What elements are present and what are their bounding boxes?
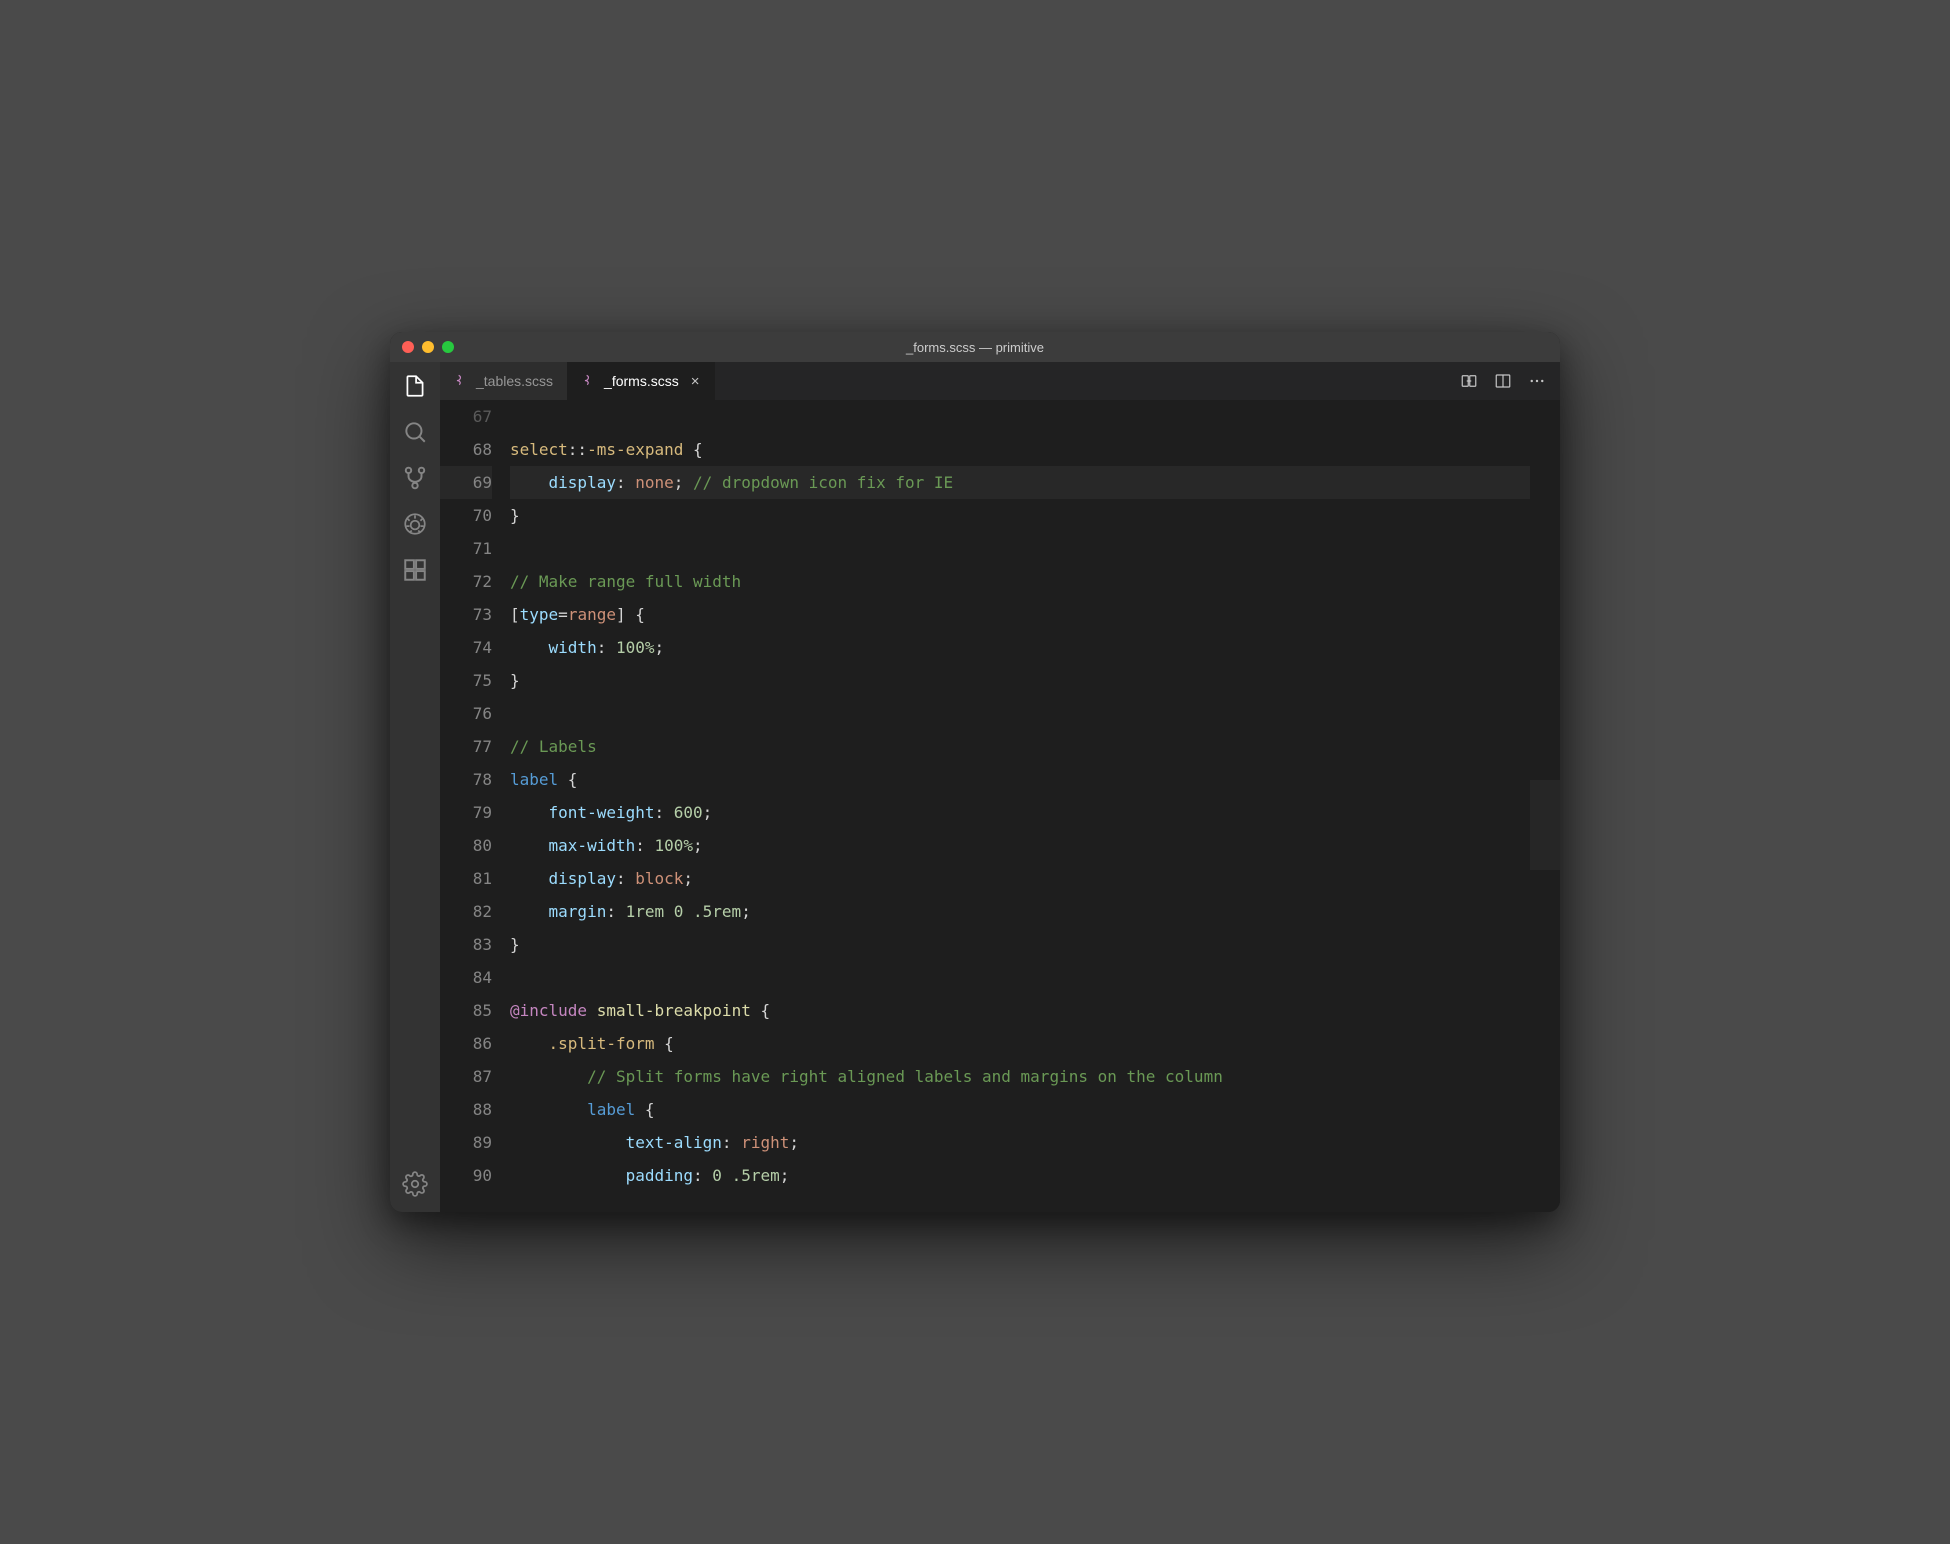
code-line[interactable]: [510, 961, 1530, 994]
tab-forms[interactable]: _forms.scss ×: [568, 362, 714, 400]
titlebar[interactable]: _forms.scss — primitive: [390, 332, 1560, 362]
source-control-icon[interactable]: [401, 464, 429, 492]
extensions-icon[interactable]: [401, 556, 429, 584]
code-line[interactable]: .split-form {: [510, 1027, 1530, 1060]
code-line[interactable]: // Make range full width: [510, 565, 1530, 598]
code-line[interactable]: padding: 0 .5rem;: [510, 1159, 1530, 1192]
line-number: 79: [440, 796, 492, 829]
more-actions-icon[interactable]: [1528, 372, 1546, 390]
code-line[interactable]: margin: 1rem 0 .5rem;: [510, 895, 1530, 928]
line-number: 73: [440, 598, 492, 631]
code-line[interactable]: [type=range] {: [510, 598, 1530, 631]
code-line[interactable]: }: [510, 928, 1530, 961]
code-line[interactable]: [510, 400, 1530, 433]
line-number: 70: [440, 499, 492, 532]
code-content[interactable]: select::-ms-expand { display: none; // d…: [510, 400, 1530, 1212]
line-number: 88: [440, 1093, 492, 1126]
line-number: 84: [440, 961, 492, 994]
code-line[interactable]: max-width: 100%;: [510, 829, 1530, 862]
line-number: 71: [440, 532, 492, 565]
explorer-icon[interactable]: [401, 372, 429, 400]
code-line[interactable]: // Labels: [510, 730, 1530, 763]
code-line[interactable]: }: [510, 499, 1530, 532]
scss-file-icon: [454, 373, 468, 390]
compare-changes-icon[interactable]: [1460, 372, 1478, 390]
vscode-window: _forms.scss — primitive: [390, 332, 1560, 1212]
line-number: 81: [440, 862, 492, 895]
line-number: 74: [440, 631, 492, 664]
line-number: 83: [440, 928, 492, 961]
activity-bar: [390, 362, 440, 1212]
code-line[interactable]: width: 100%;: [510, 631, 1530, 664]
minimap[interactable]: [1530, 400, 1560, 1212]
line-number: 68: [440, 433, 492, 466]
line-number: 69: [440, 466, 492, 499]
scss-file-icon: [582, 373, 596, 390]
tab-label: _tables.scss: [476, 373, 553, 389]
code-line[interactable]: label {: [510, 1093, 1530, 1126]
maximize-window-button[interactable]: [442, 341, 454, 353]
line-number: 76: [440, 697, 492, 730]
code-line[interactable]: }: [510, 664, 1530, 697]
code-line[interactable]: display: none; // dropdown icon fix for …: [510, 466, 1530, 499]
minimize-window-button[interactable]: [422, 341, 434, 353]
line-number: 87: [440, 1060, 492, 1093]
line-number: 80: [440, 829, 492, 862]
code-editor[interactable]: 6768697071727374757677787980818283848586…: [440, 400, 1560, 1212]
minimap-viewport[interactable]: [1530, 780, 1560, 870]
line-number: 86: [440, 1027, 492, 1060]
code-line[interactable]: font-weight: 600;: [510, 796, 1530, 829]
line-number: 85: [440, 994, 492, 1027]
split-editor-icon[interactable]: [1494, 372, 1512, 390]
line-number: 82: [440, 895, 492, 928]
editor-area: _tables.scss _forms.scss ×: [440, 362, 1560, 1212]
line-number: 67: [440, 400, 492, 433]
code-line[interactable]: display: block;: [510, 862, 1530, 895]
code-line[interactable]: // Split forms have right aligned labels…: [510, 1060, 1530, 1093]
tab-label: _forms.scss: [604, 373, 679, 389]
tab-bar: _tables.scss _forms.scss ×: [440, 362, 1560, 400]
line-number: 90: [440, 1159, 492, 1192]
code-line[interactable]: [510, 697, 1530, 730]
code-line[interactable]: @include small-breakpoint {: [510, 994, 1530, 1027]
code-line[interactable]: select::-ms-expand {: [510, 433, 1530, 466]
code-line[interactable]: label {: [510, 763, 1530, 796]
debug-icon[interactable]: [401, 510, 429, 538]
code-line[interactable]: text-align: right;: [510, 1126, 1530, 1159]
line-number-gutter: 6768697071727374757677787980818283848586…: [440, 400, 510, 1212]
line-number: 72: [440, 565, 492, 598]
close-icon[interactable]: ×: [691, 373, 700, 390]
line-number: 77: [440, 730, 492, 763]
line-number: 78: [440, 763, 492, 796]
line-number: 75: [440, 664, 492, 697]
traffic-lights: [390, 341, 454, 353]
line-number: 89: [440, 1126, 492, 1159]
close-window-button[interactable]: [402, 341, 414, 353]
tab-actions: [1460, 362, 1560, 400]
tab-tables[interactable]: _tables.scss: [440, 362, 568, 400]
search-icon[interactable]: [401, 418, 429, 446]
settings-gear-icon[interactable]: [401, 1170, 429, 1198]
code-line[interactable]: [510, 532, 1530, 565]
window-title: _forms.scss — primitive: [390, 340, 1560, 355]
